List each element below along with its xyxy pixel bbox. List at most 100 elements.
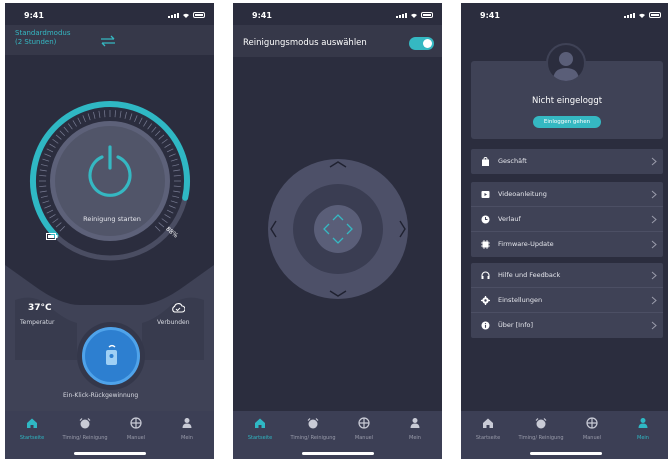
dial-tick [82,115,86,123]
dial-tick [77,117,82,125]
dial-tick [164,143,171,148]
dial-tick [39,169,47,172]
dial-tick [151,126,157,133]
swap-icon[interactable] [100,35,116,47]
dial-tick [104,110,106,118]
tab-timing[interactable]: Timing/ Reinigung [59,416,111,441]
home-indicator [529,452,602,455]
home-icon [27,418,37,428]
signal-icon [624,13,635,18]
status-time: 9:41 [252,11,272,20]
one-click-recall-button[interactable] [82,327,140,385]
dial-tick [119,110,122,118]
dial-tick [46,209,54,214]
avatar[interactable] [546,43,586,83]
tab-home[interactable]: Startseite [234,416,286,441]
dial-tick [40,164,48,167]
video-icon [481,191,490,198]
start-cleaning-button[interactable]: Reinigung starten [77,215,147,223]
tab-label: Mein [637,435,649,441]
timer-icon [535,418,547,429]
tab-label: Mein [409,435,421,441]
user-icon [553,52,579,81]
tab-manual[interactable]: Manuel [338,416,390,441]
status-time: 9:41 [480,11,500,20]
dial-tick [170,158,178,162]
menu-item-label: Einstellungen [498,296,543,304]
dial-tick [59,226,65,232]
tab-label: Startseite [475,435,501,441]
dial-tick [170,200,178,204]
menu-item[interactable]: Verlauf [471,207,663,232]
connection-status: Verbunden [157,319,190,326]
dial-tick [134,115,138,123]
dpad-icon [130,417,142,429]
dial-tick [87,113,91,121]
menu-item-label: Hilfe und Feedback [498,271,561,279]
menu-item[interactable]: Firmware-Update [471,232,663,257]
signal-icon [168,13,179,18]
mode-selector[interactable]: Standardmodus (2 Stunden) [15,29,70,47]
tab-timing[interactable]: Timing/ Reinigung [515,416,567,441]
tab-manual[interactable]: Manuel [566,416,618,441]
dial-tick [42,158,50,162]
tab-home[interactable]: Startseite [6,416,58,441]
tab-label: Manuel [126,435,146,441]
menu-item-label: Firmware-Update [498,240,554,248]
dial-tick [55,134,62,140]
dial-tick [155,130,161,136]
menu-item[interactable]: Geschäft [471,149,663,174]
dial-tick [49,143,56,148]
robot-recall-icon [106,344,117,365]
tab-profile[interactable]: Mein [617,416,668,441]
tab-profile[interactable]: Mein [389,416,441,441]
menu-item[interactable]: Einstellungen [471,288,663,313]
dial-tick [49,214,56,219]
dial-tick [129,113,133,121]
tab-profile[interactable]: Mein [161,416,213,441]
dial-tick [168,205,176,209]
home-icon [483,418,493,428]
dial-tick [173,175,181,177]
menu-group: Hilfe und Feedback Einstellungen Über [Inf… [471,263,663,338]
tab-label: Timing/ Reinigung [290,435,336,441]
menu-item[interactable]: Über [Info] [471,313,663,338]
chevron-right-icon [651,321,657,330]
shop-icon [482,157,489,166]
dial-tick [42,200,50,204]
login-button[interactable]: Einloggen gehen [533,116,601,128]
battery-small-icon [46,233,58,240]
temperature-label: Temperatur [20,319,55,326]
tab-timing[interactable]: Timing/ Reinigung [287,416,339,441]
screen-home: 9:41 Standardmodus (2 Stunden) Reinigung… [5,3,214,459]
mode-toggle[interactable] [409,37,434,50]
dial-tick [173,190,181,193]
dial-tick [143,120,148,127]
timer-icon [307,418,319,429]
dial-tick [161,218,168,224]
menu-item[interactable]: Videoanleitung [471,182,663,207]
chevron-right-icon [651,296,657,305]
dial-tick [72,120,77,127]
wifi-icon [411,13,417,18]
dial-tick [59,130,65,136]
dial-tick [46,148,54,153]
dial-tick [164,214,171,219]
tab-label: Mein [181,435,193,441]
menu-item[interactable]: Hilfe und Feedback [471,263,663,288]
home-icon [255,418,265,428]
dial-tick [44,205,52,209]
dial-tick [155,226,161,232]
wifi-icon [183,13,189,18]
dpad-icon [358,417,370,429]
status-bar: 9:41 [5,3,214,25]
tab-home[interactable]: Startseite [462,416,514,441]
tab-manual[interactable]: Manuel [110,416,162,441]
settings-icon [481,296,490,305]
chevron-right-icon [651,240,657,249]
dial-tick [147,123,153,130]
dial-tick [52,218,59,224]
menu-group: Videoanleitung Verlauf Firmware-Update [471,182,663,257]
dial-tick [166,209,174,214]
dial-tick [168,153,176,157]
